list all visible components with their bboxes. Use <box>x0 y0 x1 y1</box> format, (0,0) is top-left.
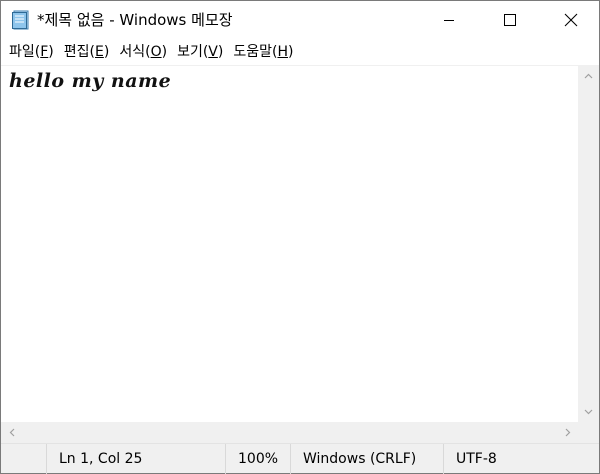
menu-view-accelerator: V <box>208 44 218 60</box>
scroll-down-icon <box>584 409 593 414</box>
close-icon <box>564 13 578 27</box>
notepad-app-icon[interactable] <box>11 10 30 30</box>
text-editor[interactable]: hello my name <box>1 65 578 422</box>
minimize-icon <box>444 20 454 21</box>
menu-bar: 파일(F) 편집(E) 서식(O) 보기(V) 도움말(H) <box>1 39 599 65</box>
window-title: *제목 없음 - Windows 메모장 <box>37 11 233 29</box>
status-bar: Ln 1, Col 25 100% Windows (CRLF) UTF-8 <box>1 443 599 474</box>
notepad-window: *제목 없음 - Windows 메모장 파일(F) 편집(E) 서식(O) 보… <box>0 0 600 474</box>
menu-format-label: 서식 <box>119 44 146 60</box>
status-line-ending: Windows (CRLF) <box>290 444 443 474</box>
vertical-scrollbar[interactable] <box>578 65 599 422</box>
menu-edit[interactable]: 편집(E) <box>60 39 114 65</box>
scroll-down-button[interactable] <box>578 401 599 422</box>
menu-help-accelerator: H <box>277 44 288 60</box>
scroll-up-icon <box>584 73 593 78</box>
status-cursor-position: Ln 1, Col 25 <box>46 444 225 474</box>
status-encoding: UTF-8 <box>443 444 599 474</box>
scroll-right-icon <box>565 428 570 437</box>
maximize-button[interactable] <box>487 1 533 39</box>
menu-help-label: 도움말 <box>233 44 272 60</box>
scroll-right-button[interactable] <box>557 422 578 443</box>
menu-format[interactable]: 서식(O) <box>115 39 171 65</box>
maximize-icon <box>504 14 516 26</box>
scrollbar-corner <box>578 422 599 443</box>
editor-content[interactable]: hello my name <box>9 70 171 92</box>
menu-file-accelerator: F <box>40 44 49 60</box>
title-bar[interactable]: *제목 없음 - Windows 메모장 <box>1 1 599 39</box>
menu-help[interactable]: 도움말(H) <box>229 39 297 65</box>
status-zoom: 100% <box>225 444 290 474</box>
scroll-left-icon <box>9 428 14 437</box>
menu-edit-accelerator: E <box>95 44 104 60</box>
menu-file-label: 파일 <box>9 44 35 60</box>
menu-file[interactable]: 파일(F) <box>5 39 58 65</box>
menu-edit-label: 편집 <box>63 44 90 60</box>
horizontal-scrollbar[interactable] <box>1 422 578 443</box>
close-button[interactable] <box>548 1 594 39</box>
menu-view-label: 보기 <box>177 44 203 60</box>
menu-format-accelerator: O <box>150 44 162 60</box>
minimize-button[interactable] <box>426 1 472 39</box>
scroll-left-button[interactable] <box>1 422 22 443</box>
menu-view[interactable]: 보기(V) <box>173 39 227 65</box>
scroll-up-button[interactable] <box>578 65 599 86</box>
